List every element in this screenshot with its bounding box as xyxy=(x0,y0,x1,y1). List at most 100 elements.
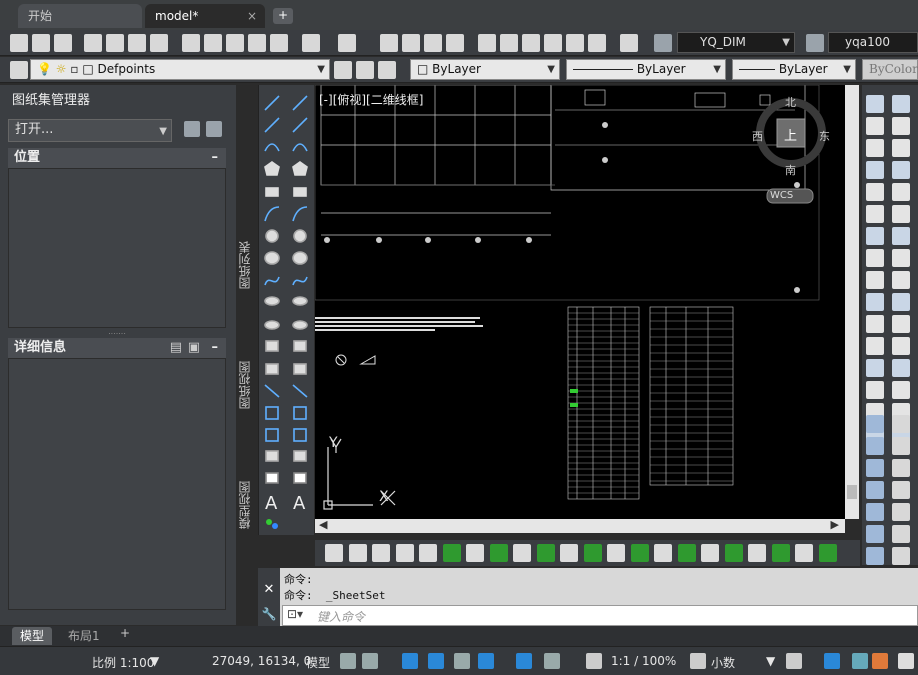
tab-model-layout[interactable]: 模型 xyxy=(12,627,53,645)
measure-icon[interactable] xyxy=(866,227,884,245)
close-icon[interactable]: ✕ xyxy=(258,582,280,597)
text-style-select[interactable]: yqa100 xyxy=(828,32,918,53)
command-prompt-icon[interactable]: ⊡▾ xyxy=(287,607,303,621)
markup-icon[interactable] xyxy=(566,34,584,52)
horizontal-scrollbar[interactable]: ◀ ▶ xyxy=(315,518,845,533)
stretch-icon[interactable] xyxy=(892,481,910,499)
circles-icon[interactable] xyxy=(892,437,910,455)
collapse-icon[interactable]: – xyxy=(212,148,219,168)
units-select[interactable]: 小数 xyxy=(711,654,735,671)
folder-icon[interactable] xyxy=(419,544,437,562)
sheet-set-options-icon[interactable] xyxy=(184,121,200,137)
pan-icon[interactable] xyxy=(380,34,398,52)
text-style-icon[interactable] xyxy=(806,34,824,52)
annotation-scale[interactable]: 1:1 / 100% xyxy=(611,654,676,668)
hardware-acceleration-icon[interactable] xyxy=(852,653,868,669)
attribute-icon[interactable] xyxy=(866,249,884,267)
print-preview-icon[interactable] xyxy=(106,34,124,52)
snap-tangent-icon[interactable] xyxy=(607,544,625,562)
ray-icon[interactable] xyxy=(866,271,884,289)
layer-icon[interactable] xyxy=(866,183,884,201)
open-file-icon[interactable] xyxy=(32,34,50,52)
details-section-header[interactable]: 详细信息 ▤ ▣ – xyxy=(8,338,226,358)
object-snap-icon[interactable] xyxy=(795,544,813,562)
plotstyle-select[interactable]: ByColor xyxy=(862,59,918,80)
tab-start[interactable]: 开始 xyxy=(18,4,142,28)
grid-icon[interactable] xyxy=(866,139,884,157)
track-icon[interactable] xyxy=(818,544,837,562)
snap-center-icon[interactable] xyxy=(442,544,461,562)
scale-readout[interactable]: 比例 1:100 xyxy=(92,654,154,671)
zoom-previous-icon[interactable] xyxy=(446,34,464,52)
region-icon[interactable] xyxy=(892,337,910,355)
grid-icon[interactable] xyxy=(892,139,910,157)
vertical-scrollbar[interactable] xyxy=(845,85,859,519)
save-icon[interactable] xyxy=(54,34,72,52)
snap-intersection-icon[interactable] xyxy=(536,544,555,562)
print-view-icon[interactable] xyxy=(348,544,367,562)
clean-screen-icon[interactable] xyxy=(872,653,888,669)
dim-style-icon[interactable] xyxy=(654,34,672,52)
add-layout-button[interactable]: + xyxy=(116,626,134,644)
snap-mode-icon[interactable] xyxy=(362,653,378,669)
copy-icon[interactable] xyxy=(204,34,222,52)
scroll-right-icon[interactable]: ▶ xyxy=(831,518,839,531)
color-select[interactable]: □ ByLayer ▼ xyxy=(410,59,560,80)
snap-perpendicular-icon[interactable] xyxy=(630,544,649,562)
move-icon[interactable] xyxy=(892,525,910,543)
image-icon[interactable] xyxy=(866,117,884,135)
snap-insert-icon[interactable] xyxy=(701,544,719,562)
scroll-left-icon[interactable]: ◀ xyxy=(319,518,327,531)
close-icon[interactable]: × xyxy=(247,4,257,28)
layer-select[interactable]: 💡 ☼ ▫ □ Defpoints ▼ xyxy=(30,59,330,80)
layer-states-icon[interactable] xyxy=(378,61,396,79)
linetype-select[interactable]: ByLayer ▼ xyxy=(566,59,726,80)
object-snap-tracking-icon[interactable] xyxy=(478,653,494,669)
region-icon[interactable] xyxy=(866,337,884,355)
ortho-mode-icon[interactable] xyxy=(402,653,418,669)
svg-icon[interactable] xyxy=(866,95,884,113)
brush-icon[interactable] xyxy=(270,34,288,52)
isodraft-icon[interactable] xyxy=(454,653,470,669)
snap-quadrant-icon[interactable] xyxy=(560,544,578,562)
array-icon[interactable] xyxy=(866,503,884,521)
snap-parallel-icon[interactable] xyxy=(654,544,672,562)
snap-nearest-icon[interactable] xyxy=(677,544,696,562)
tab-model-views[interactable]: 模型视图 xyxy=(236,465,254,545)
ray-icon[interactable] xyxy=(892,271,910,289)
make-current-layer-icon[interactable] xyxy=(334,61,352,79)
tab-layout1[interactable]: 布局1 xyxy=(60,627,108,645)
paste-icon[interactable] xyxy=(226,34,244,52)
snap-midpoint-icon[interactable] xyxy=(489,544,508,562)
pencil-icon[interactable] xyxy=(866,415,884,433)
layer-icon[interactable] xyxy=(892,183,910,201)
tab-sheet-list[interactable]: 图纸列表 xyxy=(236,225,254,305)
compass-east[interactable]: 东 xyxy=(819,128,830,144)
redo-icon[interactable] xyxy=(338,34,356,52)
grid-display-icon[interactable] xyxy=(340,653,356,669)
block-icon[interactable] xyxy=(866,205,884,223)
snap-settings-icon[interactable] xyxy=(771,544,790,562)
zoom-realtime-icon[interactable] xyxy=(402,34,420,52)
model-space-toggle[interactable]: 模型 xyxy=(306,654,330,671)
properties-icon[interactable] xyxy=(478,34,496,52)
drawing-canvas[interactable]: [-][俯视][二维线框] 上 北 南 东 西 WCS Y X xyxy=(314,84,845,519)
tab-sheet-views[interactable]: 图纸视图 xyxy=(236,345,254,425)
tree-view-icon[interactable] xyxy=(206,121,222,137)
snap-node-icon[interactable] xyxy=(466,544,484,562)
tool-palettes-icon[interactable] xyxy=(522,34,540,52)
move-icon[interactable] xyxy=(866,525,884,543)
match-properties-icon[interactable] xyxy=(248,34,266,52)
workspace-switch-icon[interactable] xyxy=(786,653,802,669)
snap-extension-icon[interactable] xyxy=(583,544,602,562)
layer-properties-icon[interactable] xyxy=(10,61,28,79)
lineweight-select[interactable]: ByLayer ▼ xyxy=(732,59,856,80)
details-icon[interactable]: ▣ xyxy=(188,338,200,358)
zoom-icon[interactable] xyxy=(372,544,390,562)
compass-south[interactable]: 南 xyxy=(785,162,796,178)
pencil-icon[interactable] xyxy=(892,415,910,433)
3d-snap-icon[interactable] xyxy=(544,653,560,669)
zoom-window-icon[interactable] xyxy=(424,34,442,52)
viewcube-top-face[interactable]: 上 xyxy=(784,125,797,144)
fence-icon[interactable] xyxy=(892,381,910,399)
